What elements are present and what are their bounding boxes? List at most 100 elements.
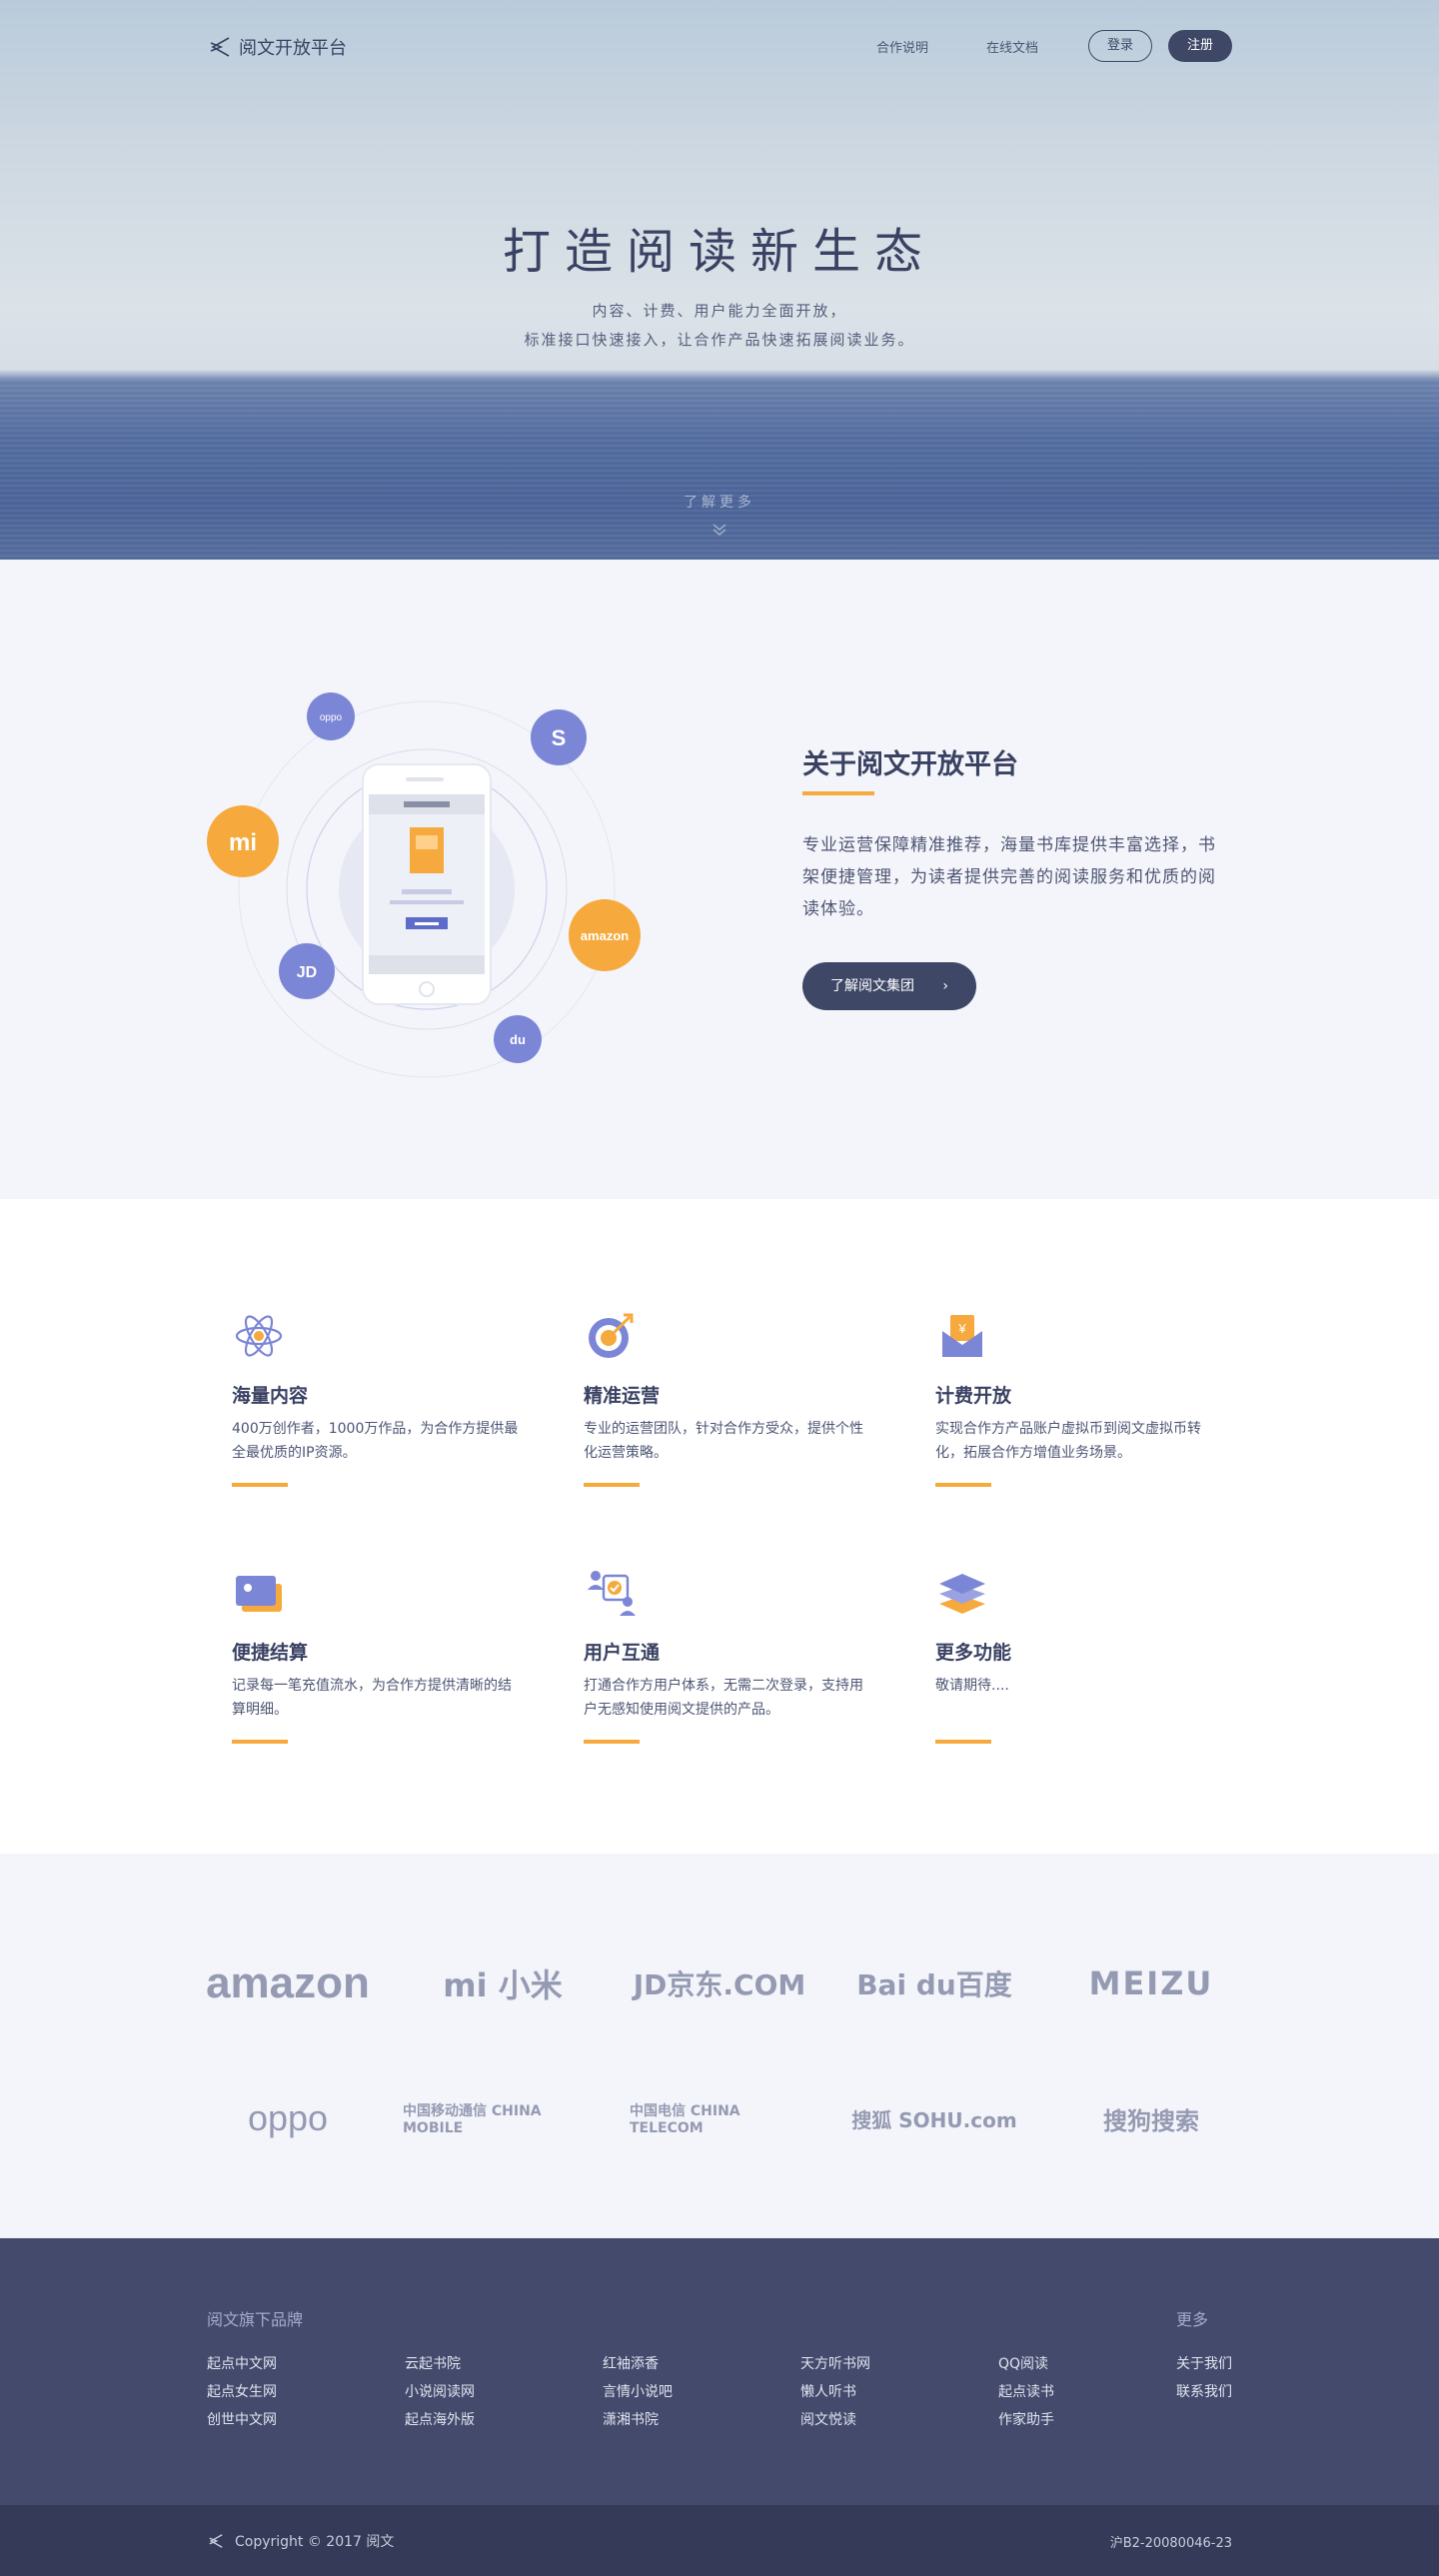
footer-link[interactable]: 起点海外版 [405, 2406, 475, 2434]
footer-link[interactable]: 起点中文网 [207, 2350, 277, 2378]
svg-text:mi: mi [229, 829, 257, 856]
hero-subtitle: 内容、计费、用户能力全面开放， 标准接口快速接入，让合作产品快速拓展阅读业务。 [0, 297, 1439, 355]
feature-underline [935, 1483, 991, 1487]
footer-link[interactable]: 起点女生网 [207, 2378, 277, 2406]
icp-license: 沪B2-20080046-23 [1109, 2536, 1232, 2551]
footer-brands-heading: 阅文旗下品牌 [207, 2310, 304, 2329]
hero-section: 阅文开放平台 合作说明 在线文档 登录 注册 打造阅读新生态 内容、计费、用户能… [0, 0, 1439, 560]
phone-orbit-illustration: oppo S mi amazon JD du [207, 692, 641, 1078]
svg-text:oppo: oppo [320, 712, 343, 723]
learn-more-link[interactable]: 了解更多 [0, 492, 1439, 512]
brand-logo[interactable]: 阅文开放平台 [207, 34, 347, 60]
footer-more-heading: 更多 [1176, 2310, 1209, 2329]
feature-desc: 400万创作者，1000万作品，为合作方提供最全最优质的IP资源。 [232, 1421, 519, 1461]
feature-title: 更多功能 [935, 1642, 1012, 1664]
svg-text:amazon: amazon [581, 928, 629, 943]
feature-desc: 打通合作方用户体系，无需二次登录，支持用户无感知使用阅文提供的产品。 [584, 1678, 863, 1718]
feature-underline [584, 1740, 640, 1744]
footer-column: QQ阅读 起点读书 作家助手 [998, 2350, 1054, 2434]
feature-desc: 专业的运营团队，针对合作方受众，提供个性化运营策略。 [584, 1421, 863, 1461]
footer-link[interactable]: 阅文悦读 [800, 2406, 870, 2434]
baidu-logo: Bai du百度 [856, 1968, 1012, 2001]
envelope-coin-icon: ¥ [942, 1315, 982, 1357]
feature-card: 海量内容 400万创作者，1000万作品，为合作方提供最全最优质的IP资源。 [232, 1309, 522, 1487]
sohu-logo: 搜狐 SOHU.com [851, 2107, 1017, 2132]
sogou-logo: 搜狗搜索 [1103, 2106, 1199, 2135]
xiaomi-badge: mi [207, 805, 279, 877]
footer-link[interactable]: QQ阅读 [998, 2350, 1054, 2378]
brand-mark-icon [209, 2534, 223, 2548]
about-group-button[interactable]: 了解阅文集团 › [802, 962, 976, 1010]
about-title: 关于阅文开放平台 [802, 749, 1018, 780]
footer-link[interactable]: 言情小说吧 [603, 2378, 673, 2406]
feature-underline [935, 1740, 991, 1744]
target-icon [589, 1313, 634, 1358]
register-button[interactable]: 注册 [1168, 30, 1232, 62]
feature-title: 海量内容 [232, 1385, 309, 1407]
copyright-text: Copyright © 2017 阅文 [235, 2534, 395, 2550]
hero-subtitle-line2: 标准接口快速接入，让合作产品快速拓展阅读业务。 [524, 331, 915, 349]
footer-link[interactable]: 红袖添香 [603, 2350, 673, 2378]
feature-title: 便捷结算 [232, 1642, 309, 1664]
nav-docs[interactable]: 在线文档 [986, 37, 1038, 56]
phone-icon [362, 763, 492, 1005]
about-group-button-label: 了解阅文集团 [830, 978, 914, 994]
partners-section: amazon mi 小米 JD京东.COM Bai du百度 MEIZU opp… [0, 1854, 1439, 2238]
users-icon [588, 1571, 636, 1616]
feature-desc: 实现合作方产品账户虚拟币到阅文虚拟币转化，拓展合作方增值业务场景。 [935, 1421, 1201, 1461]
chevron-down-icon[interactable] [710, 522, 729, 538]
amazon-badge: amazon [569, 899, 641, 971]
xiaomi-logo: mi 小米 [443, 1966, 563, 2004]
top-nav: 阅文开放平台 合作说明 在线文档 登录 注册 [207, 30, 1232, 66]
footer-link[interactable]: 懒人听书 [800, 2378, 870, 2406]
amazon-logo: amazon [206, 1958, 370, 2007]
feature-title: 计费开放 [935, 1385, 1012, 1407]
feature-desc: 记录每一笔充值流水，为合作方提供清晰的结算明细。 [232, 1678, 512, 1718]
footer-link[interactable]: 创世中文网 [207, 2406, 277, 2434]
footer-link-about[interactable]: 关于我们 [1176, 2350, 1232, 2378]
wallet-icon [236, 1576, 282, 1612]
footer-link[interactable]: 云起书院 [405, 2350, 475, 2378]
sogou-badge: S [531, 709, 587, 765]
oppo-badge: oppo [307, 692, 355, 740]
about-title-underline [802, 791, 874, 795]
jd-logo: JD京东.COM [633, 1968, 806, 2001]
footer-column: 起点中文网 起点女生网 创世中文网 [207, 2350, 277, 2434]
footer-link[interactable]: 潇湘书院 [603, 2406, 673, 2434]
footer-more-column: 关于我们 联系我们 [1176, 2350, 1232, 2406]
feature-card: 更多功能 敬请期待.... [935, 1566, 1225, 1744]
feature-title: 精准运营 [584, 1385, 661, 1407]
feature-title: 用户互通 [584, 1642, 661, 1664]
svg-text:JD: JD [297, 964, 317, 981]
china-telecom-logo: 中国电信 CHINA TELECOM [630, 2103, 740, 2136]
baidu-badge: du [494, 1015, 542, 1063]
feature-desc: 敬请期待.... [935, 1678, 1009, 1694]
feature-card: 精准运营 专业的运营团队，针对合作方受众，提供个性化运营策略。 [584, 1309, 873, 1487]
feature-card: ¥ 计费开放 实现合作方产品账户虚拟币到阅文虚拟币转化，拓展合作方增值业务场景。 [935, 1309, 1225, 1487]
atom-icon [235, 1315, 283, 1357]
layers-icon [939, 1574, 985, 1614]
footer-link-contact[interactable]: 联系我们 [1176, 2378, 1232, 2406]
brand-name: 阅文开放平台 [239, 38, 347, 59]
footer-column: 红袖添香 言情小说吧 潇湘书院 [603, 2350, 673, 2434]
footer-link[interactable]: 作家助手 [998, 2406, 1054, 2434]
features-section: 海量内容 400万创作者，1000万作品，为合作方提供最全最优质的IP资源。 精… [0, 1199, 1439, 1854]
footer-link[interactable]: 起点读书 [998, 2378, 1054, 2406]
feature-underline [584, 1483, 640, 1487]
china-mobile-logo: 中国移动通信 CHINA MOBILE [403, 2103, 542, 2136]
svg-text:S: S [552, 725, 567, 750]
about-description: 专业运营保障精准推荐，海量书库提供丰富选择，书架便捷管理，为读者提供完善的阅读服… [802, 835, 1216, 919]
copyright-bar: Copyright © 2017 阅文 沪B2-20080046-23 [0, 2505, 1439, 2576]
feature-underline [232, 1483, 288, 1487]
feature-card: 用户互通 打通合作方用户体系，无需二次登录，支持用户无感知使用阅文提供的产品。 [584, 1566, 873, 1744]
footer-link[interactable]: 小说阅读网 [405, 2378, 475, 2406]
oppo-logo: oppo [247, 2097, 329, 2138]
footer-link[interactable]: 天方听书网 [800, 2350, 870, 2378]
nav-cooperation[interactable]: 合作说明 [876, 37, 928, 56]
jd-badge: JD [279, 943, 335, 999]
footer-column: 云起书院 小说阅读网 起点海外版 [405, 2350, 475, 2434]
footer-column: 天方听书网 懒人听书 阅文悦读 [800, 2350, 870, 2434]
login-button[interactable]: 登录 [1088, 30, 1152, 62]
arrow-right-icon: › [942, 978, 948, 994]
meizu-logo: MEIZU [1088, 1964, 1214, 2002]
